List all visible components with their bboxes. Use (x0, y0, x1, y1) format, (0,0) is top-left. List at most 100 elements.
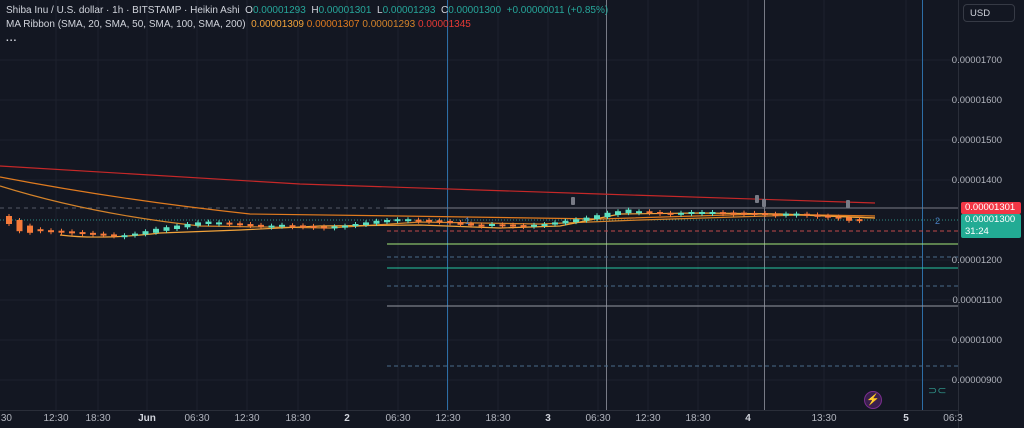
high-value: 0.00001301 (318, 5, 372, 16)
candle-body (804, 213, 810, 216)
y-axis-label: 0.00001100 (952, 295, 1003, 306)
candle-body (583, 217, 590, 221)
y-axis-label: 0.00001200 (951, 255, 1002, 266)
high-price-tag: 0.00001301 (961, 202, 1021, 214)
candle-body (730, 212, 737, 215)
x-axis-label: 18:30 (685, 413, 711, 424)
candle-body (163, 227, 170, 231)
x-axis-label: 5 (903, 413, 909, 424)
ma-ribbon-legend-row[interactable]: MA Ribbon (SMA, 20, SMA, 50, SMA, 100, S… (6, 18, 608, 32)
chart-grid (0, 0, 958, 410)
candle-body (216, 222, 222, 225)
candle-body (184, 224, 191, 228)
candle-body (814, 214, 821, 217)
price-chart-plot[interactable] (0, 0, 1024, 428)
candle-body (363, 222, 369, 226)
currency-selector[interactable]: USD (963, 4, 1015, 22)
candle-body (247, 224, 254, 227)
candle-body (405, 219, 411, 222)
close-value: 0.00001300 (448, 5, 502, 16)
chart-drawings (0, 0, 958, 410)
candle-body (426, 219, 432, 222)
y-axis-label: 0.00000900 (951, 375, 1002, 386)
signal-marker (571, 197, 575, 205)
candle-body (793, 213, 800, 216)
candle-body (678, 212, 684, 215)
candle-body (562, 220, 569, 224)
x-axis-label: Jun (138, 413, 156, 424)
signal-marker (846, 200, 850, 208)
candle-body (447, 220, 453, 224)
candle-body (741, 212, 747, 215)
candle-body (69, 231, 75, 234)
chart-axes (0, 0, 959, 428)
candle-body (289, 225, 296, 228)
drawing-marker-2[interactable]: 2 (935, 216, 940, 226)
symbol-legend-row[interactable]: Shiba Inu / U.S. dollar · 1h · BITSTAMP … (6, 4, 608, 18)
candle-body (111, 234, 117, 237)
x-axis-label: 4 (745, 413, 751, 424)
candle-body (667, 212, 674, 215)
candle-body (79, 232, 86, 235)
x-axis-label: :30 (0, 413, 12, 424)
symbol-name[interactable]: Shiba Inu / U.S. dollar · 1h · BITSTAMP … (6, 5, 240, 16)
more-indicators-button[interactable]: ... (6, 32, 608, 46)
x-axis-label: 18:30 (285, 413, 311, 424)
candle-body (772, 213, 779, 216)
candle-body (762, 213, 768, 216)
candle-body (37, 229, 44, 232)
candle-body (510, 224, 516, 227)
candle-body (48, 230, 54, 233)
scroll-to-realtime-icon[interactable]: ⊃⊂ (928, 384, 946, 397)
ma50-value: 0.00001307 (306, 19, 360, 30)
candle-body (604, 212, 611, 218)
open-value: 0.00001293 (252, 5, 306, 16)
candle-body (258, 224, 264, 227)
y-axis-label: 0.00001700 (951, 55, 1002, 66)
lightning-icon[interactable]: ⚡ (864, 391, 882, 409)
candle-body (520, 225, 527, 228)
x-axis-label: 2 (344, 413, 350, 424)
drawing-marker-1[interactable]: 1 (465, 216, 470, 226)
candle-body (121, 235, 128, 238)
low-value: 0.00001293 (382, 5, 436, 16)
ma200-value: 0.00001345 (417, 19, 471, 30)
ma20-value: 0.00001309 (251, 19, 304, 30)
x-axis-label: 13:30 (811, 413, 837, 424)
candle-body (268, 225, 275, 228)
chart-legend: Shiba Inu / U.S. dollar · 1h · BITSTAMP … (6, 4, 608, 46)
candle-body (436, 220, 443, 223)
moving-average-ribbon (0, 165, 876, 238)
candle-body (321, 226, 327, 229)
x-axis-label: 06:30 (184, 413, 210, 424)
candle-body (373, 220, 380, 224)
bar-countdown-timer: 31:24 (961, 226, 1021, 238)
candle-body (636, 211, 642, 214)
candle-body (300, 225, 306, 228)
candle-body (394, 219, 401, 222)
candle-body (384, 220, 390, 223)
candle-body (27, 225, 33, 233)
candle-body (6, 216, 12, 224)
candle-body (552, 222, 558, 225)
candle-body (720, 212, 726, 215)
signal-marker (755, 195, 759, 203)
candle-body (783, 213, 789, 216)
candle-body (615, 211, 621, 215)
open-label: O (245, 5, 253, 16)
ma-ribbon-name[interactable]: MA Ribbon (SMA, 20, SMA, 50, SMA, 100, S… (6, 19, 246, 30)
candle-body (342, 225, 348, 228)
candle-body (100, 233, 107, 236)
x-axis-label: 12:30 (635, 413, 661, 424)
x-axis-label: 18:30 (85, 413, 111, 424)
candle-body (174, 225, 180, 230)
candle-body (688, 212, 695, 214)
x-axis-label: 12:30 (435, 413, 461, 424)
high-label: H (311, 5, 319, 16)
candle-body (352, 224, 359, 227)
candle-body (531, 224, 537, 227)
candle-body (594, 215, 600, 220)
x-axis-label: 18:30 (485, 413, 511, 424)
candle-body (205, 221, 212, 225)
x-axis-label: 12:30 (43, 413, 69, 424)
